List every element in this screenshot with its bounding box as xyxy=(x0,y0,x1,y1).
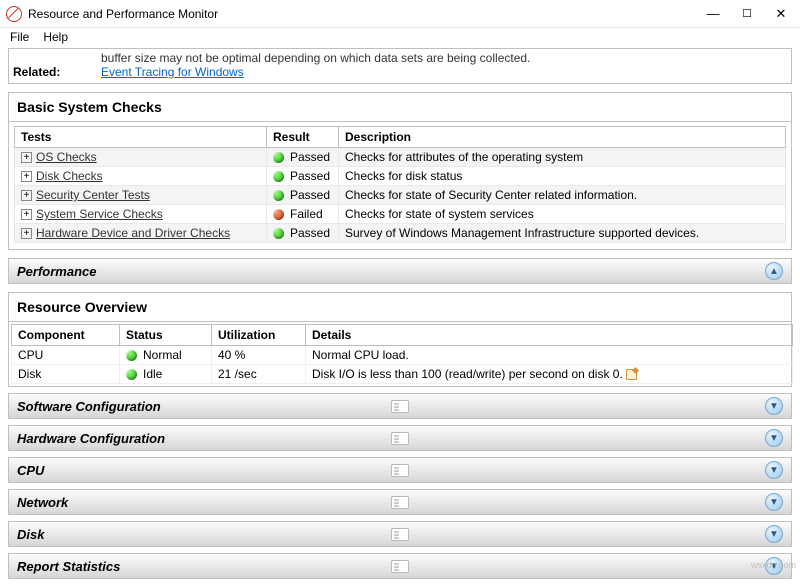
disk-header[interactable]: Disk ▼ xyxy=(8,521,792,547)
info-text: buffer size may not be optimal depending… xyxy=(101,51,787,65)
hardware-config-header[interactable]: Hardware Configuration ▼ xyxy=(8,425,792,451)
related-label: Related: xyxy=(13,65,60,79)
status-dot xyxy=(273,171,284,182)
table-row: + Security Center Tests Passed Checks for s… xyxy=(15,186,786,205)
expand-icon[interactable]: + xyxy=(21,190,32,201)
minimize-button[interactable]: — xyxy=(696,1,730,27)
menu-file[interactable]: File xyxy=(10,30,29,44)
section-label: Disk xyxy=(17,527,44,542)
performance-title: Performance xyxy=(17,264,96,279)
resource-overview-panel: Resource Overview Component Status Utili… xyxy=(8,292,792,387)
component-cell: Disk xyxy=(12,365,120,384)
section-label: Network xyxy=(17,495,68,510)
details-cell: Disk I/O is less than 100 (read/write) p… xyxy=(306,365,793,384)
status-dot xyxy=(126,350,137,361)
menubar: File Help xyxy=(0,28,800,48)
result-text: Passed xyxy=(290,226,330,240)
col-util: Utilization xyxy=(212,325,306,346)
component-cell: CPU xyxy=(12,346,120,365)
details-cell: Normal CPU load. xyxy=(306,346,793,365)
status-dot xyxy=(273,209,284,220)
section-icon xyxy=(391,464,409,477)
col-desc: Description xyxy=(339,127,786,148)
expand-icon[interactable]: + xyxy=(21,152,32,163)
status-dot xyxy=(273,228,284,239)
close-button[interactable]: ✕ xyxy=(764,1,798,27)
section-label: Software Configuration xyxy=(17,399,161,414)
result-text: Passed xyxy=(290,150,330,164)
result-text: Failed xyxy=(290,207,323,221)
software-config-header[interactable]: Software Configuration ▼ xyxy=(8,393,792,419)
app-icon xyxy=(6,6,22,22)
related-link[interactable]: Event Tracing for Windows xyxy=(101,65,244,79)
section-label: Report Statistics xyxy=(17,559,120,574)
table-row: + Hardware Device and Driver Checks Passed… xyxy=(15,224,786,243)
network-header[interactable]: Network ▼ xyxy=(8,489,792,515)
desc-text: Survey of Windows Management Infrastruct… xyxy=(339,224,786,243)
desc-text: Checks for attributes of the operating s… xyxy=(339,148,786,167)
result-text: Passed xyxy=(290,169,330,183)
desc-text: Checks for state of system services xyxy=(339,205,786,224)
status-text: Idle xyxy=(143,367,162,381)
test-name[interactable]: OS Checks xyxy=(36,150,97,164)
watermark: wsxdn.com xyxy=(751,560,796,570)
util-cell: 40 % xyxy=(212,346,306,365)
test-name[interactable]: Disk Checks xyxy=(36,169,103,183)
window-title: Resource and Performance Monitor xyxy=(28,7,696,21)
expand-icon: ▼ xyxy=(765,397,783,415)
table-row: CPU Normal 40 %Normal CPU load. xyxy=(12,346,793,365)
section-label: Hardware Configuration xyxy=(17,431,165,446)
table-row: + OS Checks Passed Checks for attributes of… xyxy=(15,148,786,167)
test-name[interactable]: System Service Checks xyxy=(36,207,163,221)
expand-icon: ▼ xyxy=(765,429,783,447)
section-icon xyxy=(391,560,409,573)
result-text: Passed xyxy=(290,188,330,202)
collapse-icon: ▲ xyxy=(765,262,783,280)
info-bar: buffer size may not be optimal depending… xyxy=(8,48,792,84)
col-details: Details xyxy=(306,325,793,346)
basic-checks-panel: Basic System Checks Tests Result Descrip… xyxy=(8,92,792,250)
util-cell: 21 /sec xyxy=(212,365,306,384)
table-row: + System Service Checks Failed Checks for s… xyxy=(15,205,786,224)
table-row: Disk Idle 21 /secDisk I/O is less than 100… xyxy=(12,365,793,384)
titlebar: Resource and Performance Monitor — ☐ ✕ xyxy=(0,0,800,28)
status-dot xyxy=(273,152,284,163)
expand-icon: ▼ xyxy=(765,493,783,511)
table-row: + Disk Checks Passed Checks for disk status xyxy=(15,167,786,186)
status-dot xyxy=(126,369,137,380)
col-status: Status xyxy=(120,325,212,346)
section-icon xyxy=(391,496,409,509)
expand-icon[interactable]: + xyxy=(21,228,32,239)
report-stats-header[interactable]: Report Statistics ▼ xyxy=(8,553,792,579)
expand-icon[interactable]: + xyxy=(21,209,32,220)
section-icon xyxy=(391,432,409,445)
basic-checks-table: Tests Result Description + OS Checks Passe… xyxy=(14,126,786,243)
status-text: Normal xyxy=(143,348,182,362)
cpu-header[interactable]: CPU ▼ xyxy=(8,457,792,483)
resource-table: Component Status Utilization Details CPU… xyxy=(11,324,793,384)
window-buttons: — ☐ ✕ xyxy=(696,1,798,27)
basic-checks-title: Basic System Checks xyxy=(9,93,791,122)
test-name[interactable]: Hardware Device and Driver Checks xyxy=(36,226,230,240)
col-result: Result xyxy=(267,127,339,148)
maximize-button[interactable]: ☐ xyxy=(730,1,764,27)
status-dot xyxy=(273,190,284,201)
menu-help[interactable]: Help xyxy=(43,30,68,44)
section-icon xyxy=(391,528,409,541)
performance-header[interactable]: Performance ▲ xyxy=(8,258,792,284)
col-tests: Tests xyxy=(15,127,267,148)
section-icon xyxy=(391,400,409,413)
note-icon[interactable] xyxy=(626,369,637,380)
desc-text: Checks for state of Security Center rela… xyxy=(339,186,786,205)
col-component: Component xyxy=(12,325,120,346)
expand-icon: ▼ xyxy=(765,525,783,543)
desc-text: Checks for disk status xyxy=(339,167,786,186)
expand-icon[interactable]: + xyxy=(21,171,32,182)
resource-overview-title: Resource Overview xyxy=(9,293,791,322)
expand-icon: ▼ xyxy=(765,461,783,479)
test-name[interactable]: Security Center Tests xyxy=(36,188,150,202)
section-label: CPU xyxy=(17,463,44,478)
